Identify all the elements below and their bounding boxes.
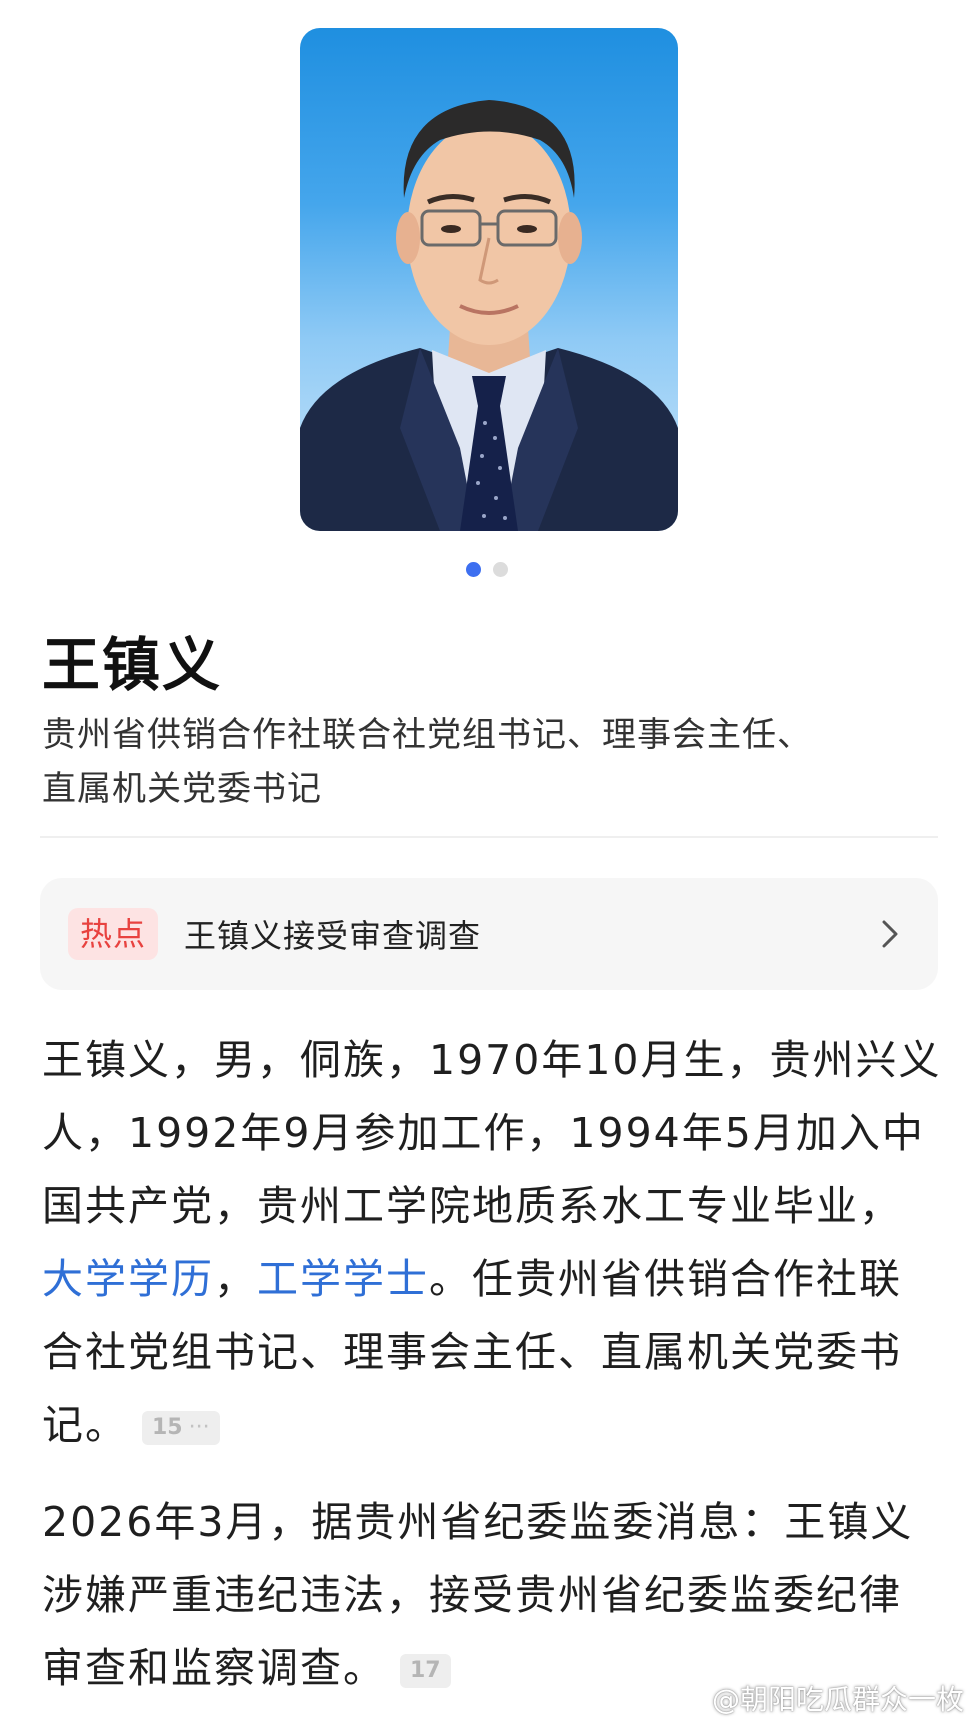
bio-paragraph-2: 2026年3月，据贵州省纪委监委消息：王镇义涉嫌严重违纪违法，接受贵州省纪委监委…: [42, 1486, 942, 1705]
hot-topic-card[interactable]: 热点 王镇义接受审查调查: [40, 878, 938, 990]
watermark: @朝阳吃瓜群众一枚: [670, 1678, 964, 1718]
bio-paragraph-1: 王镇义，男，侗族，1970年10月生，贵州兴义人，1992年9月参加工作，199…: [42, 1024, 942, 1462]
portrait-illustration: [300, 100, 678, 531]
citation-number: 15: [152, 1415, 183, 1440]
link-university-degree[interactable]: 大学学历: [42, 1255, 214, 1303]
citation-number-2: 17: [410, 1658, 441, 1683]
chevron-right-icon: [882, 920, 898, 948]
citation-badge[interactable]: 15 ···: [142, 1411, 220, 1445]
carousel-indicator: [0, 562, 974, 577]
carousel-dot-active[interactable]: [466, 562, 481, 577]
link-bachelor-engineering[interactable]: 工学学士: [257, 1255, 429, 1303]
bio-separator: ，: [214, 1255, 257, 1303]
person-title-line1: 贵州省供销合作社联合社党组书记、理事会主任、: [42, 715, 812, 755]
weibo-icon: [670, 1685, 705, 1713]
watermark-text: @朝阳吃瓜群众一枚: [711, 1683, 964, 1716]
citation-more: ···: [188, 1415, 210, 1440]
bio-news-text: 2026年3月，据贵州省纪委监委消息：王镇义涉嫌严重违纪违法，接受贵州省纪委监委…: [42, 1498, 914, 1692]
profile-photo[interactable]: [300, 28, 678, 531]
hot-topic-text: 王镇义接受审查调查: [184, 917, 482, 955]
section-divider: [40, 836, 938, 838]
person-name: 王镇义: [42, 631, 223, 699]
person-title-line2: 直属机关党委书记: [42, 769, 322, 809]
citation-badge-2[interactable]: 17: [400, 1654, 451, 1688]
bio-text: 王镇义，男，侗族，1970年10月生，贵州兴义人，1992年9月参加工作，199…: [42, 1036, 942, 1230]
person-title: 贵州省供销合作社联合社党组书记、理事会主任、 直属机关党委书记: [42, 708, 942, 816]
carousel-dot[interactable]: [493, 562, 508, 577]
hot-badge: 热点: [68, 908, 159, 960]
